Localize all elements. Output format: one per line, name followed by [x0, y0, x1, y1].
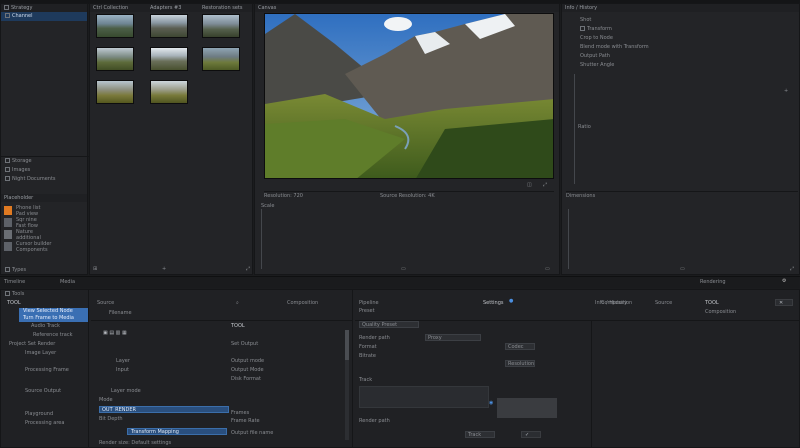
left-panel-header: Strategy	[1, 4, 87, 12]
expand-icon[interactable]: ⤢	[246, 266, 250, 272]
viewer-panel: Canvas ◫ ⤢ Resolution: 720 Source Resolu…	[254, 3, 560, 275]
tab-timeline[interactable]: Timeline	[4, 279, 25, 285]
thumbnail[interactable]	[96, 80, 134, 104]
media-browser: Ctrl Collection Adapters #3 Restoration …	[89, 3, 253, 275]
thumbnail[interactable]	[96, 47, 134, 71]
inspector-marker	[568, 209, 569, 269]
left-panel: Strategy Channel Storage Images Night Do…	[0, 3, 89, 275]
section-label: Processing Frame	[25, 367, 69, 373]
expand-icon[interactable]: ⤢	[790, 266, 794, 272]
thumbnail[interactable]	[202, 47, 240, 71]
channel-icon	[5, 13, 10, 18]
mountain-image	[265, 14, 553, 178]
section-label: Processing area	[25, 420, 65, 426]
thumbnail[interactable]	[96, 14, 134, 38]
selected-field[interactable]: OUT_RENDER	[99, 406, 229, 413]
placeholder-section-title: Placeholder	[1, 194, 87, 202]
thumbnail[interactable]	[150, 14, 188, 38]
thumbnail[interactable]	[202, 14, 240, 38]
transform-mapping-button[interactable]: Transform Mapping	[127, 428, 227, 435]
timeline-marker	[261, 209, 262, 269]
tab-rendering[interactable]: Rendering	[700, 279, 726, 285]
add-icon[interactable]: +	[162, 266, 166, 272]
section-label: Project Set Render	[9, 341, 56, 347]
inspector-item[interactable]: Shot	[576, 16, 796, 25]
image-icon	[5, 167, 10, 172]
asset-icon	[4, 242, 12, 251]
list-item-images[interactable]: Images	[1, 166, 89, 175]
viewer-canvas[interactable]	[264, 13, 554, 179]
render-path-field[interactable]: Proxy	[425, 334, 481, 341]
info-icon[interactable]: ◉	[489, 400, 493, 406]
color-swatch[interactable]	[497, 398, 557, 418]
inspector-item[interactable]: Crop to Node	[576, 34, 796, 43]
timeline-panel: Tools TOOL View Selected Node Turn Frame…	[0, 289, 800, 448]
inspector-panel: Info / History Shot Transform Crop to No…	[561, 3, 800, 275]
close-button[interactable]: ✕	[775, 299, 793, 306]
camera-icon[interactable]: ◫	[527, 182, 532, 188]
grid-view-icon[interactable]: ⊞	[93, 266, 97, 272]
asset-icon	[4, 230, 12, 239]
tab-adapters[interactable]: Adapters #3	[150, 4, 181, 12]
scrollbar[interactable]	[345, 330, 349, 440]
layout-icons[interactable]: ▣ ▤ ▥ ▦	[103, 330, 127, 336]
fit-icon[interactable]: ⤢	[543, 182, 547, 188]
settings-icon[interactable]: ⚙	[782, 278, 786, 284]
viewer-title: Canvas	[255, 4, 559, 12]
asset-item[interactable]: Sqr nine Fast flow	[4, 217, 88, 229]
tree-item[interactable]: Reference track	[29, 331, 88, 340]
folder-icon	[4, 5, 9, 10]
types-footer[interactable]: Types	[1, 266, 87, 275]
tool-label: TOOL	[7, 300, 21, 306]
tree-item-selected[interactable]: Turn Frame to Media	[19, 315, 88, 322]
bitrate-field[interactable]: Resolution	[505, 360, 535, 367]
link-icon[interactable]: ●	[509, 298, 513, 304]
inspector-title: Info / History	[562, 4, 799, 12]
preview-area[interactable]	[359, 386, 489, 408]
playhead-icon[interactable]: ▭	[401, 266, 406, 272]
tree-item-selected[interactable]: View Selected Node	[19, 308, 88, 315]
section-label: Source Output	[25, 388, 62, 394]
inspector-item[interactable]: Output Path	[576, 52, 796, 61]
document-icon	[5, 176, 10, 181]
collapse-icon[interactable]: ▭	[680, 266, 685, 272]
ok-button[interactable]: ✓	[521, 431, 541, 438]
media-browser-tabs: Ctrl Collection Adapters #3 Restoration …	[90, 4, 252, 12]
asset-icon	[4, 218, 12, 227]
list-item-documents[interactable]: Night Documents	[1, 175, 89, 184]
type-icon	[5, 267, 10, 272]
inspector-item[interactable]: Transform	[576, 25, 796, 34]
thumbnail[interactable]	[150, 47, 188, 71]
channel-item[interactable]: Channel	[1, 12, 87, 21]
storage-icon	[5, 158, 10, 163]
orange-asset-icon	[4, 206, 12, 215]
asset-item[interactable]: Phone list Pad view	[4, 205, 88, 217]
asset-item[interactable]: Cursor builder Components	[4, 241, 88, 253]
thumbnail[interactable]	[150, 80, 188, 104]
search-icon[interactable]: ⌕	[236, 300, 239, 306]
track-field[interactable]: Track	[465, 431, 495, 438]
section-label: Image Layer	[25, 350, 57, 356]
format-field[interactable]: Codec	[505, 343, 535, 350]
section-label: Playground	[25, 411, 54, 417]
tools-header: Tools	[1, 290, 88, 299]
inspector-item[interactable]: Shutter Angle	[576, 61, 796, 70]
tab-media[interactable]: Media	[60, 279, 75, 285]
preset-field[interactable]: Quality Preset	[359, 321, 419, 328]
inspector-item[interactable]: Blend mode with Transform	[576, 43, 796, 52]
list-item-storage[interactable]: Storage	[1, 157, 89, 166]
timeline-header-strip: Timeline Media Rendering ⚙	[0, 276, 800, 288]
tool-icon	[5, 291, 10, 296]
inspector-guide	[574, 74, 575, 184]
asset-item[interactable]: Nature additional	[4, 229, 88, 241]
tree-item[interactable]: Audio Track	[27, 322, 88, 331]
transform-icon	[580, 26, 585, 31]
tab-restoration[interactable]: Restoration sets	[202, 4, 242, 12]
tab-collection[interactable]: Ctrl Collection	[93, 4, 128, 12]
add-icon[interactable]: +	[784, 88, 788, 94]
maximize-icon[interactable]: ▭	[545, 266, 550, 272]
